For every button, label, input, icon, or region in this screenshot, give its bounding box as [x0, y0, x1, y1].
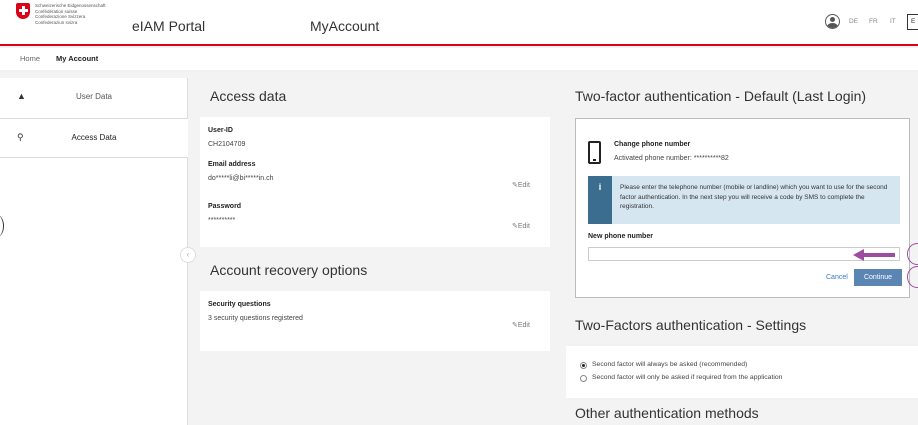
edit-email-button[interactable]: ✎Edit [512, 181, 530, 189]
info-text: Please enter the telephone number (mobil… [620, 184, 888, 210]
userid-value: CH2104709 [208, 141, 246, 148]
page-title: MyAccount [310, 18, 380, 34]
recovery-title: Account recovery options [210, 262, 368, 278]
activated-phone-text: Activated phone number: **********82 [614, 155, 729, 162]
access-data-title: Access data [210, 88, 287, 104]
confederation-logo-text: Schweizerische Eidgenossenschaft Confédé… [35, 3, 106, 25]
continue-button[interactable]: Continue [854, 269, 902, 286]
change-phone-title: Change phone number [614, 141, 691, 148]
recovery-card: Security questions 3 security questions … [200, 291, 550, 351]
app-title: eIAM Portal [132, 18, 206, 34]
password-label: Password [208, 203, 242, 210]
new-phone-label: New phone number [588, 233, 653, 240]
breadcrumb: Home My Account [0, 48, 918, 70]
email-label: Email address [208, 161, 256, 168]
annotation-arrow-icon [853, 249, 895, 261]
info-icon: i [588, 176, 612, 224]
collapse-sidebar-button[interactable]: ‹ [180, 247, 196, 263]
radio-always-ask-label: Second factor will always be asked (reco… [592, 361, 748, 368]
sidebar: ▲ User Data ⚲ Access Data [0, 78, 188, 425]
cancel-button[interactable]: Cancel [826, 274, 848, 281]
sidebar-item-user-data[interactable]: ▲ User Data [0, 78, 188, 118]
edit-password-button[interactable]: ✎Edit [512, 222, 530, 230]
confed-line: Schweizerische Eidgenossenschaft [35, 3, 106, 8]
language-de[interactable]: DE [849, 18, 858, 25]
radio-ask-if-required[interactable] [580, 375, 587, 382]
language-en-selected[interactable]: E [907, 14, 918, 30]
password-value: ********** [208, 217, 236, 224]
security-questions-label: Security questions [208, 301, 271, 308]
user-account-icon[interactable] [825, 14, 840, 29]
language-fr[interactable]: FR [869, 18, 878, 25]
tfa-settings-title: Two-Factors authentication - Settings [575, 317, 807, 333]
edit-security-questions-button[interactable]: ✎Edit [512, 321, 530, 329]
radio-always-ask[interactable] [580, 362, 587, 369]
app-header: Schweizerische Eidgenossenschaft Confédé… [0, 0, 918, 46]
breadcrumb-my-account[interactable]: My Account [56, 54, 98, 63]
phone-icon [588, 141, 601, 164]
radio-ask-if-required-label: Second factor will only be asked if requ… [592, 374, 783, 381]
edit-label: Edit [517, 223, 530, 230]
sidebar-item-access-data[interactable]: ⚲ Access Data [0, 118, 188, 158]
info-box: i Please enter the telephone number (mob… [588, 176, 900, 224]
swiss-flag-icon [16, 3, 30, 19]
sidebar-item-label: Access Data [71, 133, 117, 142]
edit-label: Edit [517, 182, 530, 189]
confed-line: Confederaziun svizra [35, 19, 78, 25]
other-methods-title: Other authentication methods [575, 405, 759, 421]
edit-label: Edit [517, 322, 530, 329]
sidebar-item-label: User Data [75, 92, 112, 101]
userid-label: User-ID [208, 127, 233, 134]
tfa-title: Two-factor authentication - Default (Las… [575, 88, 867, 104]
security-questions-value: 3 security questions registered [208, 315, 303, 322]
breadcrumb-home[interactable]: Home [20, 54, 40, 63]
access-data-card: User-ID CH2104709 Email address do*****l… [200, 117, 550, 247]
email-value: do*****li@bi*****in.ch [208, 175, 274, 182]
tfa-settings-card: Second factor will always be asked (reco… [566, 346, 918, 398]
language-it[interactable]: IT [890, 18, 896, 25]
